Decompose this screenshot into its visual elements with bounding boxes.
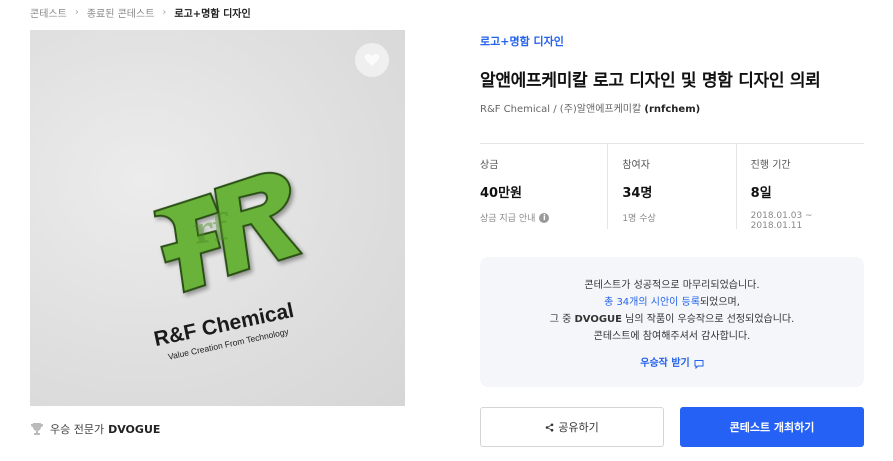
notice-line: 콘테스트가 성공적으로 마무리되었습니다.	[584, 280, 760, 291]
winner-name-inline: DVOGUE	[574, 314, 622, 325]
winning-logo-image: rf R&F Chemical Value Creation From Tech…	[140, 150, 340, 370]
winner-info: 우승 전문가 DVOGUE	[30, 421, 160, 437]
contest-thumbnail[interactable]: rf R&F Chemical Value Creation From Tech…	[30, 30, 405, 406]
stat-sub-label: 2018.01.03 ~ 2018.01.11	[750, 211, 813, 231]
notice-text: 되었으며,	[699, 297, 740, 308]
stat-value: 8일	[750, 186, 772, 201]
submissions-link[interactable]: 총 34개의 시안이 등록	[604, 297, 700, 308]
client-name: R&F Chemical / (주)알앤에프케미칼	[480, 104, 642, 115]
stat-label: 진행 기간	[750, 160, 791, 171]
stat-label: 참여자	[622, 160, 650, 171]
notice-line: 콘테스트에 참여해주셔서 감사합니다.	[593, 331, 751, 342]
client-info: R&F Chemical / (주)알앤에프케미칼 (rnfchem)	[480, 100, 700, 115]
favorite-button[interactable]	[355, 43, 389, 77]
share-button[interactable]: 공유하기	[480, 407, 664, 447]
share-button-label: 공유하기	[558, 421, 599, 434]
stat-sub-label: 1명 수상	[622, 214, 656, 224]
heart-icon	[364, 53, 380, 66]
winner-name[interactable]: DVOGUE	[108, 423, 160, 436]
get-winning-work-button[interactable]: 우승작 받기	[640, 355, 704, 372]
client-handle: (rnfchem)	[644, 104, 701, 115]
contest-complete-notice: 콘테스트가 성공적으로 마무리되었습니다. 총 34개의 시안이 등록되었으며,…	[480, 257, 864, 387]
stat-participants: 참여자 34명 1명 수상	[607, 144, 735, 229]
contest-title: 알앤에프케미칼 로고 디자인 및 명함 디자인 의뢰	[480, 71, 821, 91]
contest-stats: 상금 40만원 상금 지급 안내 i 참여자 34명 1명 수상 진행 기간 8…	[480, 144, 864, 231]
notice-line: 총 34개의 시안이 등록되었으며,	[480, 294, 864, 311]
prize-payment-info[interactable]: 상금 지급 안내 i	[480, 211, 607, 224]
cta-label: 우승작 받기	[640, 358, 690, 369]
speech-bubble-icon	[694, 359, 704, 369]
winner-label: 우승 전문가	[50, 423, 105, 436]
chevron-right-icon: ›	[162, 6, 167, 18]
info-icon[interactable]: i	[539, 212, 550, 223]
trophy-icon	[31, 423, 43, 435]
breadcrumb: 콘테스트 › 종료된 콘테스트 › 로고+명함 디자인	[30, 5, 251, 20]
stat-label: 상금	[480, 160, 499, 171]
notice-text: 그 중	[549, 314, 575, 325]
host-contest-button[interactable]: 콘테스트 개최하기	[680, 407, 864, 447]
stat-value: 40만원	[480, 186, 523, 201]
notice-text: 님의 작품이 우승작으로 선정되었습니다.	[622, 314, 795, 325]
notice-line: 그 중 DVOGUE 님의 작품이 우승작으로 선정되었습니다.	[480, 311, 864, 328]
chevron-right-icon: ›	[74, 6, 79, 18]
contest-category[interactable]: 로고+명함 디자인	[480, 33, 564, 49]
stat-prize: 상금 40만원 상금 지급 안내 i	[480, 144, 607, 229]
breadcrumb-item-ended[interactable]: 종료된 콘테스트	[87, 5, 155, 20]
share-icon	[545, 423, 554, 431]
breadcrumb-item-current: 로고+명함 디자인	[174, 8, 251, 20]
stat-value: 34명	[622, 186, 653, 201]
stat-sub-label: 상금 지급 안내	[480, 214, 536, 224]
breadcrumb-item-contest[interactable]: 콘테스트	[30, 5, 67, 20]
stat-duration: 진행 기간 8일 2018.01.03 ~ 2018.01.11	[735, 144, 864, 231]
rf-chemical-logo: rf R&F Chemical Value Creation From Tech…	[152, 172, 304, 362]
